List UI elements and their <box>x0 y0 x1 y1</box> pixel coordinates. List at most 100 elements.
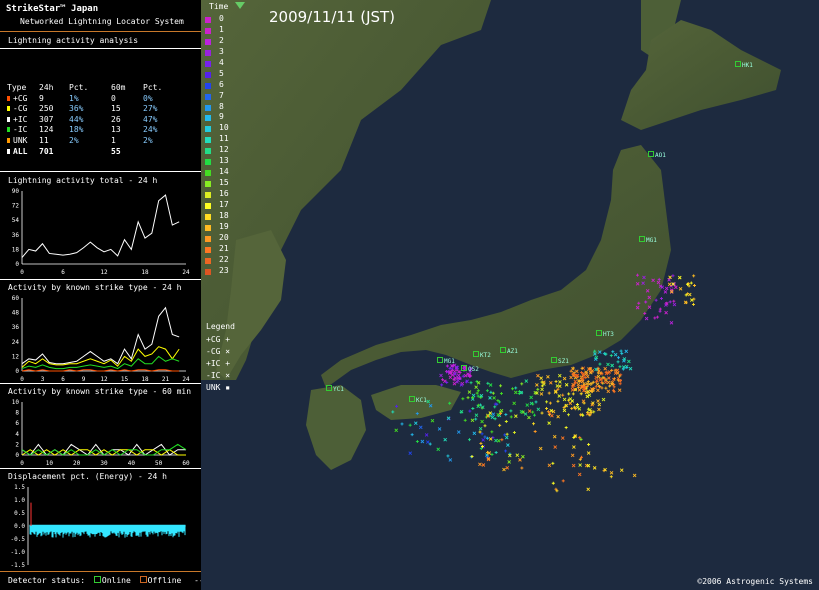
stats-type-cell: -IC <box>5 125 37 136</box>
hour-swatch <box>205 71 211 78</box>
legend-row: -CG × <box>206 347 230 356</box>
stats-60m-cell: 15 <box>111 104 121 114</box>
detector-status: Detector status: Online Offline ---> <box>8 576 213 585</box>
strike-marker <box>474 385 478 389</box>
hour-item[interactable]: 2 <box>203 36 228 47</box>
station-mg1[interactable]: MG1 <box>639 236 657 244</box>
hour-swatch <box>205 115 211 122</box>
hour-swatch <box>205 224 211 231</box>
hour-item[interactable]: 3 <box>203 47 228 58</box>
strike-marker <box>485 389 489 393</box>
strike-marker <box>564 426 568 430</box>
strike-marker <box>604 386 608 390</box>
hour-item[interactable]: 23 <box>203 266 229 277</box>
station-hk1[interactable]: HK1 <box>735 61 753 69</box>
status-divider <box>0 571 201 572</box>
strike-marker <box>609 354 613 358</box>
strike-marker <box>606 362 610 367</box>
app-subtitle: Networked Lightning Locator System <box>20 17 184 26</box>
strike-marker <box>469 381 473 385</box>
hour-item[interactable]: 18 <box>203 211 229 222</box>
hour-item[interactable]: 17 <box>203 200 229 211</box>
offline-swatch <box>139 576 147 583</box>
time-dropdown-icon[interactable] <box>235 2 245 9</box>
stats-24h-cell: 11 <box>39 135 49 145</box>
hour-item[interactable]: 7 <box>203 91 228 102</box>
hour-swatch <box>205 137 211 144</box>
hour-item[interactable]: 8 <box>203 102 228 113</box>
strike-marker <box>678 286 683 291</box>
hour-item[interactable]: 16 <box>203 189 229 200</box>
strike-marker <box>654 298 658 302</box>
lightning-map[interactable]: 2009/11/11 (JST) Time 0 1 2 3 4 5 6 7 8 9 10 11 12 13… <box>201 0 819 590</box>
hour-item[interactable]: 11 <box>203 134 229 145</box>
hour-item[interactable]: 6 <box>203 80 228 91</box>
hour-item[interactable]: 4 <box>203 58 228 69</box>
strike-marker <box>506 443 510 447</box>
hour-label: 20 <box>219 232 229 242</box>
strike-marker <box>529 395 533 400</box>
stats-row: +CG 9 1% 0 0% <box>5 94 164 105</box>
station-az1[interactable]: AZ1 <box>500 347 518 355</box>
hour-item[interactable]: 22 <box>203 255 229 266</box>
strike-marker <box>514 386 518 390</box>
strike-marker <box>505 466 510 470</box>
strike-marker <box>436 447 441 452</box>
station-ao1[interactable]: AO1 <box>648 151 666 159</box>
strike-marker <box>483 424 487 428</box>
station-os2[interactable]: OS2 <box>461 365 479 373</box>
strike-marker <box>490 430 494 434</box>
strike-marker <box>645 288 650 293</box>
station-yc1[interactable]: YC1 <box>326 385 344 393</box>
station-kt2[interactable]: KT2 <box>473 351 491 359</box>
strike-marker <box>628 366 633 371</box>
hour-item[interactable]: 12 <box>203 145 229 156</box>
type-label: UNK <box>13 135 28 145</box>
hour-swatch <box>205 17 211 23</box>
strike-marker <box>598 362 602 366</box>
strike-marker <box>599 377 604 381</box>
series-line <box>21 306 180 365</box>
strike-marker <box>591 380 595 384</box>
station-ht3[interactable]: HT3 <box>596 330 614 338</box>
hour-item[interactable]: 14 <box>203 167 229 178</box>
station-mg1-west[interactable]: MG1 <box>437 357 455 365</box>
strike-marker <box>668 300 672 304</box>
strike-marker <box>478 462 482 467</box>
legend-label: UNK <box>206 383 221 392</box>
y-tick-label: 90 <box>12 188 20 195</box>
sidebar-panel: StrikeStar™ Japan Networked Lightning Lo… <box>0 0 201 590</box>
y-tick-label: -1.0 <box>11 549 26 556</box>
series-line <box>21 369 180 372</box>
hour-item[interactable]: 20 <box>203 232 229 244</box>
strike-marker <box>611 350 615 354</box>
x-tick-label: 40 <box>128 460 136 467</box>
type-swatch <box>7 116 10 122</box>
strike-marker <box>561 479 565 483</box>
type24-chart: 012243648600 3 6 9 12 15 18 21 24 <box>12 295 190 383</box>
hour-label: 12 <box>219 145 229 155</box>
hour-item[interactable]: 13 <box>203 156 229 167</box>
strike-marker <box>509 415 513 419</box>
strike-marker <box>488 437 493 441</box>
strike-marker <box>580 366 584 370</box>
strike-marker <box>502 467 506 472</box>
strike-marker <box>499 408 504 413</box>
hour-item[interactable]: 10 <box>203 123 229 134</box>
station-kc1[interactable]: KC1 <box>409 396 427 404</box>
hour-item[interactable]: 19 <box>203 222 229 233</box>
hour-item[interactable]: 9 <box>203 112 228 123</box>
stats-24h-cell: 124 <box>39 125 54 135</box>
hour-item[interactable]: 0 <box>203 14 228 25</box>
station-sz1[interactable]: SZ1 <box>551 357 569 365</box>
strike-marker <box>400 422 404 426</box>
stats-pct-cell: 36% <box>69 104 84 114</box>
hour-item[interactable]: 21 <box>203 244 229 255</box>
stats-type-cell: ALL <box>5 147 37 158</box>
strike-marker <box>570 388 575 392</box>
strike-marker <box>637 301 641 305</box>
hour-item[interactable]: 1 <box>203 25 228 36</box>
hour-item[interactable]: 15 <box>203 178 229 189</box>
hour-item[interactable]: 5 <box>203 69 228 80</box>
x-tick-label: 60 <box>182 460 190 467</box>
